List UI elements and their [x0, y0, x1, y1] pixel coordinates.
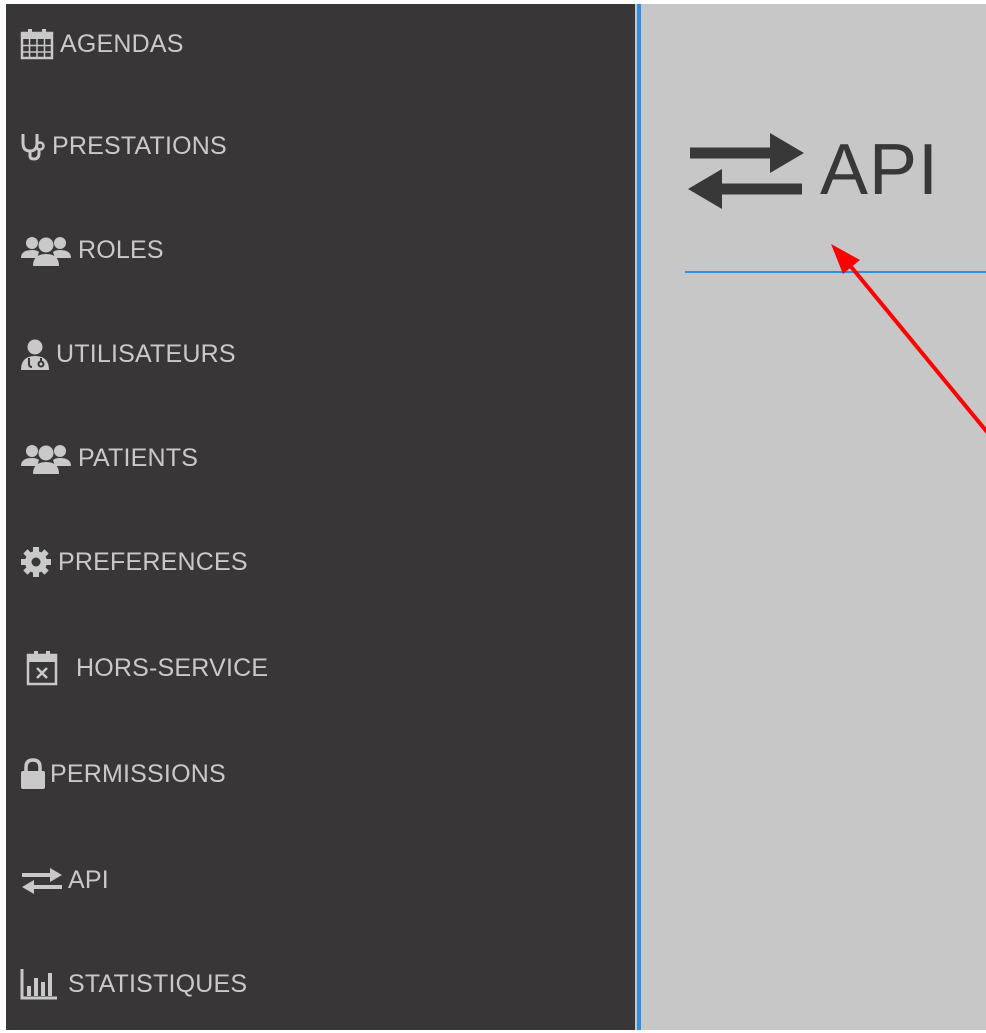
- exchange-icon: [684, 123, 808, 218]
- calendar-icon: [20, 28, 54, 60]
- sidebar: AGENDAS PRESTATIONS ROLES UTILISATEURS P…: [6, 4, 635, 1030]
- sidebar-item-permissions[interactable]: PERMISSIONS: [20, 754, 226, 794]
- user-doctor-icon: [20, 338, 50, 370]
- sidebar-item-agendas[interactable]: AGENDAS: [20, 24, 184, 64]
- sidebar-item-label: UTILISATEURS: [56, 339, 236, 368]
- sidebar-item-label: PATIENTS: [78, 443, 199, 472]
- sidebar-item-statistiques[interactable]: STATISTIQUES: [20, 964, 247, 1004]
- sidebar-item-hors-service[interactable]: HORS-SERVICE: [26, 648, 268, 688]
- sidebar-item-label: PREFERENCES: [58, 547, 248, 576]
- sidebar-item-utilisateurs[interactable]: UTILISATEURS: [20, 334, 236, 374]
- stethoscope-icon: [20, 131, 46, 161]
- page-title: API: [820, 130, 940, 210]
- lock-icon: [20, 758, 46, 790]
- sidebar-item-label: PRESTATIONS: [52, 131, 227, 160]
- sidebar-item-preferences[interactable]: PREFERENCES: [20, 542, 248, 582]
- app-window: AGENDAS PRESTATIONS ROLES UTILISATEURS P…: [0, 0, 986, 1033]
- sidebar-item-patients[interactable]: PATIENTS: [20, 438, 198, 478]
- sidebar-item-label: HORS-SERVICE: [76, 653, 269, 682]
- users-icon: [20, 442, 72, 474]
- sidebar-item-label: STATISTIQUES: [68, 969, 248, 998]
- header-underline: [685, 271, 986, 273]
- exchange-icon: [20, 866, 64, 894]
- gear-icon: [20, 546, 52, 578]
- users-icon: [20, 234, 72, 266]
- sidebar-item-api[interactable]: API: [20, 860, 109, 900]
- page-header: API: [684, 120, 939, 220]
- sidebar-item-label: API: [68, 865, 109, 894]
- sidebar-item-roles[interactable]: ROLES: [20, 230, 164, 270]
- sidebar-accent-line: [637, 4, 641, 1030]
- sidebar-item-label: ROLES: [78, 235, 164, 264]
- sidebar-divider: [635, 4, 648, 1030]
- sidebar-item-label: PERMISSIONS: [50, 759, 226, 788]
- calendar-times-icon: [26, 650, 58, 686]
- sidebar-item-label: AGENDAS: [60, 29, 184, 58]
- bar-chart-icon: [20, 968, 58, 1000]
- sidebar-item-prestations[interactable]: PRESTATIONS: [20, 126, 227, 166]
